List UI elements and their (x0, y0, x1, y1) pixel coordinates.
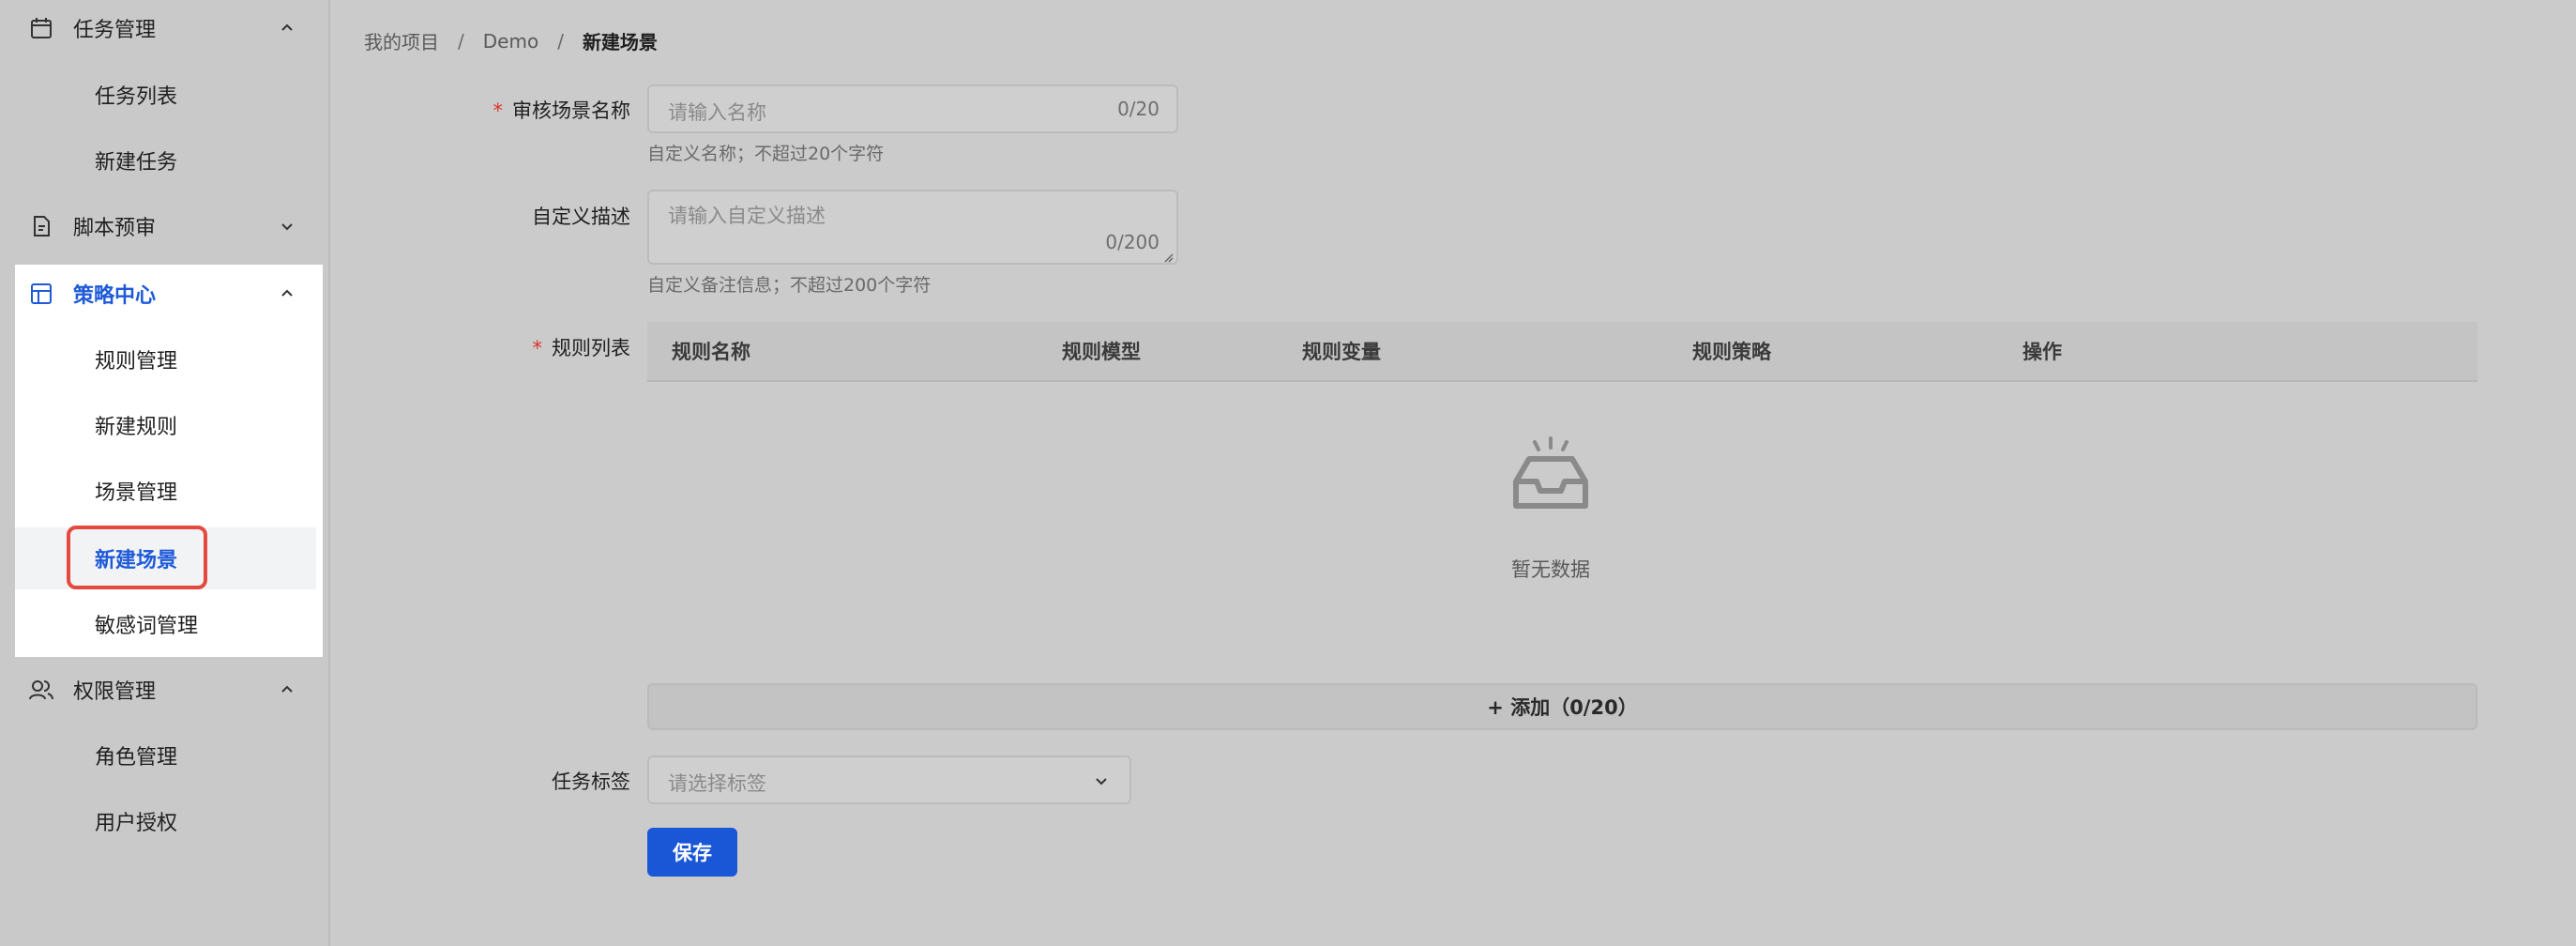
scene-name-hint: 自定义名称；不超过20个字符 (647, 144, 885, 164)
breadcrumb-item-demo[interactable]: Demo (483, 30, 538, 53)
chevron-up-icon (278, 19, 296, 38)
tags-select[interactable]: 请选择标签 (647, 755, 1131, 804)
description-counter: 0/200 (1105, 231, 1159, 253)
breadcrumb-item-my-projects[interactable]: 我的项目 (364, 27, 439, 54)
resize-handle-icon[interactable] (1162, 249, 1174, 263)
sidebar-item-label: 角色管理 (95, 746, 178, 770)
sidebar-item-sensitive-words[interactable]: 敏感词管理 (0, 591, 330, 657)
sidebar-item-rule-management[interactable]: 规则管理 (0, 327, 330, 392)
description-placeholder: 请输入自定义描述 (668, 205, 826, 227)
breadcrumb-separator: / (557, 29, 564, 53)
highlight-box (67, 526, 207, 589)
sidebar-item-scene-management[interactable]: 场景管理 (0, 458, 330, 524)
breadcrumb: 我的项目 / Demo / 新建场景 (364, 27, 658, 54)
sidebar-item-label: 任务列表 (95, 85, 178, 109)
scene-name-counter: 0/20 (1117, 98, 1159, 120)
document-icon (28, 213, 54, 239)
breadcrumb-separator: / (458, 29, 464, 53)
sidebar-item-role-management[interactable]: 角色管理 (0, 723, 330, 788)
main-content: 我的项目 / Demo / 新建场景 * 审核场景名称 请输入名称 0/20 自定… (332, 0, 2576, 946)
save-button[interactable]: 保存 (647, 828, 737, 877)
sidebar-group-label: 脚本预审 (73, 217, 157, 240)
empty-state-text: 暂无数据 (1511, 558, 1590, 581)
sidebar-group-label: 策略中心 (73, 284, 157, 308)
sidebar-group-permission-management[interactable]: 权限管理 (0, 657, 330, 723)
column-header-rule-model: 规则模型 (1062, 341, 1141, 363)
sidebar-item-label: 敏感词管理 (95, 615, 199, 638)
rules-field-label: * 规则列表 (463, 333, 631, 361)
chevron-up-icon (278, 680, 296, 699)
sidebar-item-label: 场景管理 (95, 481, 178, 505)
calendar-icon (28, 15, 54, 41)
sidebar: 任务管理 任务列表 新建任务 脚本预审 策略中心 规则管理 新建规则 场景管理 … (0, 0, 330, 946)
column-header-rule-strategy: 规则策略 (1692, 341, 1771, 363)
sidebar-group-strategy-head[interactable]: 策略中心 (0, 261, 330, 327)
add-rule-button[interactable]: + 添加（0/20） (647, 683, 2478, 730)
empty-inbox-icon (1510, 436, 1591, 511)
sidebar-item-label: 规则管理 (95, 350, 178, 374)
layout-icon (28, 281, 54, 307)
rules-label-text: 规则列表 (552, 337, 630, 359)
description-textarea[interactable]: 请输入自定义描述 0/200 (647, 190, 1178, 265)
sidebar-item-new-task[interactable]: 新建任务 (0, 128, 330, 193)
sidebar-group-label: 权限管理 (73, 680, 157, 704)
sidebar-item-label: 用户授权 (95, 812, 178, 835)
sidebar-group-script-review[interactable]: 脚本预审 (0, 193, 330, 259)
scene-name-placeholder: 请输入名称 (668, 101, 766, 124)
sidebar-group-label: 任务管理 (73, 19, 157, 42)
chevron-up-icon (278, 284, 296, 303)
app: 任务管理 任务列表 新建任务 脚本预审 策略中心 规则管理 新建规则 场景管理 … (0, 0, 2576, 946)
breadcrumb-item-current: 新建场景 (582, 31, 658, 53)
scene-name-input[interactable]: 请输入名称 0/20 (647, 84, 1178, 133)
required-mark: * (492, 99, 504, 122)
sidebar-group-strategy-center: 策略中心 规则管理 新建规则 场景管理 新建场景 敏感词管理 (15, 265, 323, 657)
chevron-down-icon (1092, 771, 1111, 790)
sidebar-item-task-list[interactable]: 任务列表 (0, 62, 330, 128)
name-label-text: 审核场景名称 (512, 99, 630, 122)
column-header-rule-variable: 规则变量 (1302, 341, 1381, 363)
rules-table: 规则名称 规则模型 规则变量 规则策略 操作 暂无数据 (647, 322, 2478, 731)
users-icon (28, 677, 54, 703)
rules-table-header: 规则名称 规则模型 规则变量 规则策略 操作 (647, 322, 2478, 382)
tags-placeholder: 请选择标签 (668, 772, 766, 795)
description-hint: 自定义备注信息；不超过200个字符 (647, 275, 932, 296)
column-header-rule-name: 规则名称 (672, 341, 750, 363)
sidebar-group-task-management[interactable]: 任务管理 (0, 0, 330, 61)
tags-field-label: 任务标签 (552, 771, 630, 793)
required-mark: * (532, 337, 543, 359)
sidebar-item-user-authorization[interactable]: 用户授权 (0, 788, 330, 854)
column-header-actions: 操作 (2023, 341, 2062, 363)
description-field-label: 自定义描述 (532, 206, 630, 228)
sidebar-item-label: 新建规则 (95, 416, 178, 439)
chevron-down-icon (278, 217, 296, 236)
name-field-label: * 审核场景名称 (463, 96, 631, 124)
sidebar-item-new-rule[interactable]: 新建规则 (0, 392, 330, 458)
sidebar-item-label: 新建任务 (95, 151, 178, 175)
